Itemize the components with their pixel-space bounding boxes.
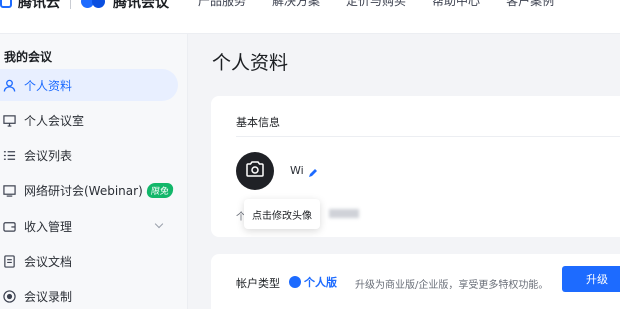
username: Wi bbox=[290, 164, 304, 177]
sidebar-item-personal-room[interactable]: 个人会议室 bbox=[0, 104, 178, 136]
upgrade-button[interactable]: 升级 bbox=[562, 266, 620, 292]
chevron-down-icon[interactable] bbox=[154, 219, 164, 229]
page-title: 个人资料 bbox=[212, 52, 289, 74]
record-icon bbox=[2, 289, 16, 303]
redacted-info bbox=[329, 209, 359, 218]
account-type-value: 个人版 bbox=[304, 276, 337, 289]
nav-item[interactable]: 客户案例 bbox=[506, 0, 554, 9]
sidebar-item-label: 会议列表 bbox=[24, 148, 73, 163]
free-badge: 限免 bbox=[145, 182, 174, 198]
sidebar-item-label: 收入管理 bbox=[24, 219, 73, 234]
sidebar-item-label: 个人会议室 bbox=[24, 113, 85, 128]
sidebar-item-label: 网络研讨会(Webinar) bbox=[24, 183, 143, 198]
account-card: 帐户类型 个人版 升级为商业版/企业版，享受更多特权功能。 升级 bbox=[211, 254, 620, 309]
wallet-icon bbox=[2, 219, 16, 233]
brand-separator bbox=[70, 0, 71, 9]
sidebar-item-profile[interactable]: 个人资料 bbox=[0, 69, 178, 101]
top-nav: 产品服务 解决方案 定价与购买 帮助中心 客户案例 bbox=[198, 0, 554, 9]
nav-item[interactable]: 帮助中心 bbox=[432, 0, 480, 9]
brand-right-text: 腾讯会议 bbox=[113, 0, 169, 11]
avatar-tooltip: 点击修改头像 bbox=[244, 199, 320, 229]
nav-item[interactable]: 解决方案 bbox=[272, 0, 320, 9]
sidebar-item-documents[interactable]: 会议文档 bbox=[0, 245, 178, 277]
sidebar-item-revenue[interactable]: 收入管理 bbox=[0, 210, 178, 242]
edit-pencil-icon[interactable] bbox=[307, 164, 319, 177]
camera-icon bbox=[246, 161, 264, 181]
person-icon bbox=[289, 276, 301, 288]
sidebar-item-label: 会议文档 bbox=[24, 254, 73, 269]
divider bbox=[236, 136, 620, 137]
avatar[interactable] bbox=[236, 152, 274, 190]
nav-item[interactable]: 定价与购买 bbox=[346, 0, 406, 9]
meeting-room-icon bbox=[2, 113, 16, 127]
sidebar-item-label: 会议录制 bbox=[24, 289, 73, 304]
monitor-icon bbox=[2, 183, 16, 197]
document-icon bbox=[2, 254, 16, 268]
sidebar-item-label: 个人资料 bbox=[24, 78, 73, 93]
tencent-cloud-logo bbox=[0, 0, 12, 8]
upgrade-hint: 升级为商业版/企业版，享受更多特权功能。 bbox=[355, 280, 549, 291]
brand[interactable]: 腾讯云 腾讯会议 bbox=[0, 0, 169, 12]
sidebar-item-recording[interactable]: 会议录制 bbox=[0, 280, 178, 309]
account-type-badge: 个人版 bbox=[289, 274, 337, 290]
top-bar: 腾讯云 腾讯会议 产品服务 解决方案 定价与购买 帮助中心 客户案例 bbox=[0, 0, 620, 34]
sidebar-item-webinar[interactable]: 网络研讨会(Webinar) 限免 bbox=[0, 174, 178, 206]
list-icon bbox=[2, 148, 16, 162]
brand-left-text: 腾讯云 bbox=[18, 0, 60, 11]
account-type-label: 帐户类型 bbox=[236, 277, 280, 290]
sidebar-section-title: 我的会议 bbox=[4, 50, 53, 64]
sidebar: 我的会议 个人资料 个人会议室 会议列表 网络研讨会(Webinar) 限免 收… bbox=[0, 34, 188, 309]
tencent-meeting-logo bbox=[81, 0, 107, 9]
nav-item[interactable]: 产品服务 bbox=[198, 0, 246, 9]
basic-info-title: 基本信息 bbox=[236, 116, 280, 129]
user-icon bbox=[2, 78, 16, 92]
sidebar-item-meeting-list[interactable]: 会议列表 bbox=[0, 139, 178, 171]
